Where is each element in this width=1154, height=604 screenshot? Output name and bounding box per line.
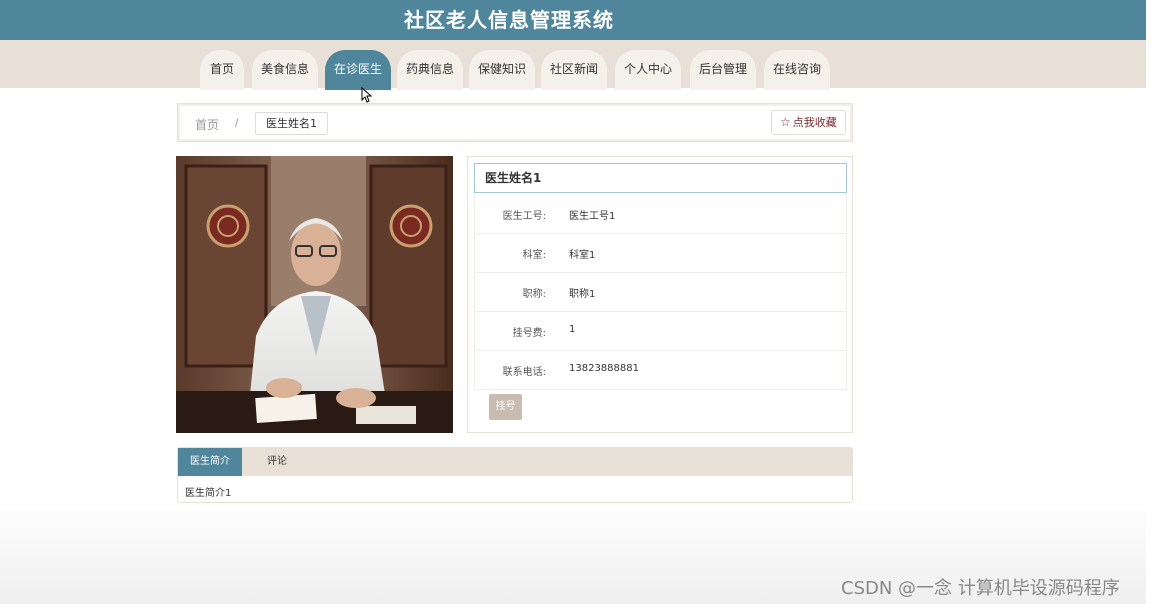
favorite-button-label: 点我收藏	[792, 116, 837, 129]
nav-tab-home[interactable]: 首页	[200, 50, 244, 90]
site-title: 社区老人信息管理系统	[404, 8, 614, 32]
page-edge	[1146, 0, 1154, 604]
doctor-intro-content: 医生简介1	[185, 488, 232, 499]
info-label: 医生工号:	[502, 211, 546, 222]
info-row-phone: 联系电话: 13823888881	[474, 350, 847, 390]
info-label: 职称:	[522, 289, 546, 300]
breadcrumb: 首页 / 医生姓名1 ☆ 点我收藏	[177, 103, 853, 142]
breadcrumb-home-link[interactable]: 首页	[195, 116, 219, 133]
info-label: 科室:	[522, 250, 546, 261]
tab-doctor-intro[interactable]: 医生简介	[178, 448, 242, 476]
info-value: 医生工号1	[569, 211, 616, 222]
nav-tab-health-knowledge[interactable]: 保健知识	[469, 50, 535, 90]
detail-tabs: 医生简介 评论 医生简介1	[177, 447, 853, 503]
info-row-doctor-id: 医生工号: 医生工号1	[474, 194, 847, 234]
nav-tab-pharmacopoeia[interactable]: 药典信息	[397, 50, 463, 90]
register-button[interactable]: 挂号	[489, 394, 522, 420]
nav-tab-admin[interactable]: 后台管理	[690, 50, 756, 90]
nav-tab-food[interactable]: 美食信息	[252, 50, 318, 90]
nav-tab-community-news[interactable]: 社区新闻	[541, 50, 607, 90]
nav-tab-online-consult[interactable]: 在线咨询	[764, 50, 830, 90]
detail-tabs-bar: 医生简介 评论	[178, 448, 852, 476]
star-outline-icon: ☆	[780, 115, 791, 129]
doctor-name-heading: 医生姓名1	[474, 163, 847, 193]
doctor-info-panel: 医生姓名1 医生工号: 医生工号1 科室: 科室1 职称: 职称1 挂号费: 1…	[467, 156, 853, 433]
site-header: 社区老人信息管理系统	[0, 0, 1146, 40]
watermark: CSDN @一念 计算机毕设源码程序	[841, 578, 1120, 599]
info-row-department: 科室: 科室1	[474, 233, 847, 273]
doctor-photo	[176, 156, 453, 433]
mouse-cursor-icon	[361, 87, 373, 103]
nav-tab-personal-center[interactable]: 个人中心	[615, 50, 681, 90]
info-row-title: 职称: 职称1	[474, 272, 847, 312]
info-label: 挂号费:	[512, 328, 546, 339]
nav-tab-doctors[interactable]: 在诊医生	[325, 50, 391, 90]
info-label: 联系电话:	[502, 367, 546, 378]
breadcrumb-current: 医生姓名1	[255, 112, 328, 135]
info-value: 1	[569, 324, 576, 335]
info-value: 科室1	[569, 250, 596, 261]
info-value: 13823888881	[569, 363, 639, 374]
info-row-fee: 挂号费: 1	[474, 311, 847, 351]
tab-comments[interactable]: 评论	[250, 448, 304, 476]
breadcrumb-separator: /	[235, 116, 239, 130]
favorite-button[interactable]: ☆ 点我收藏	[771, 110, 846, 135]
info-value: 职称1	[569, 289, 596, 300]
main-nav: 首页 美食信息 在诊医生 药典信息 保健知识 社区新闻 个人中心 后台管理 在线…	[0, 40, 1146, 90]
